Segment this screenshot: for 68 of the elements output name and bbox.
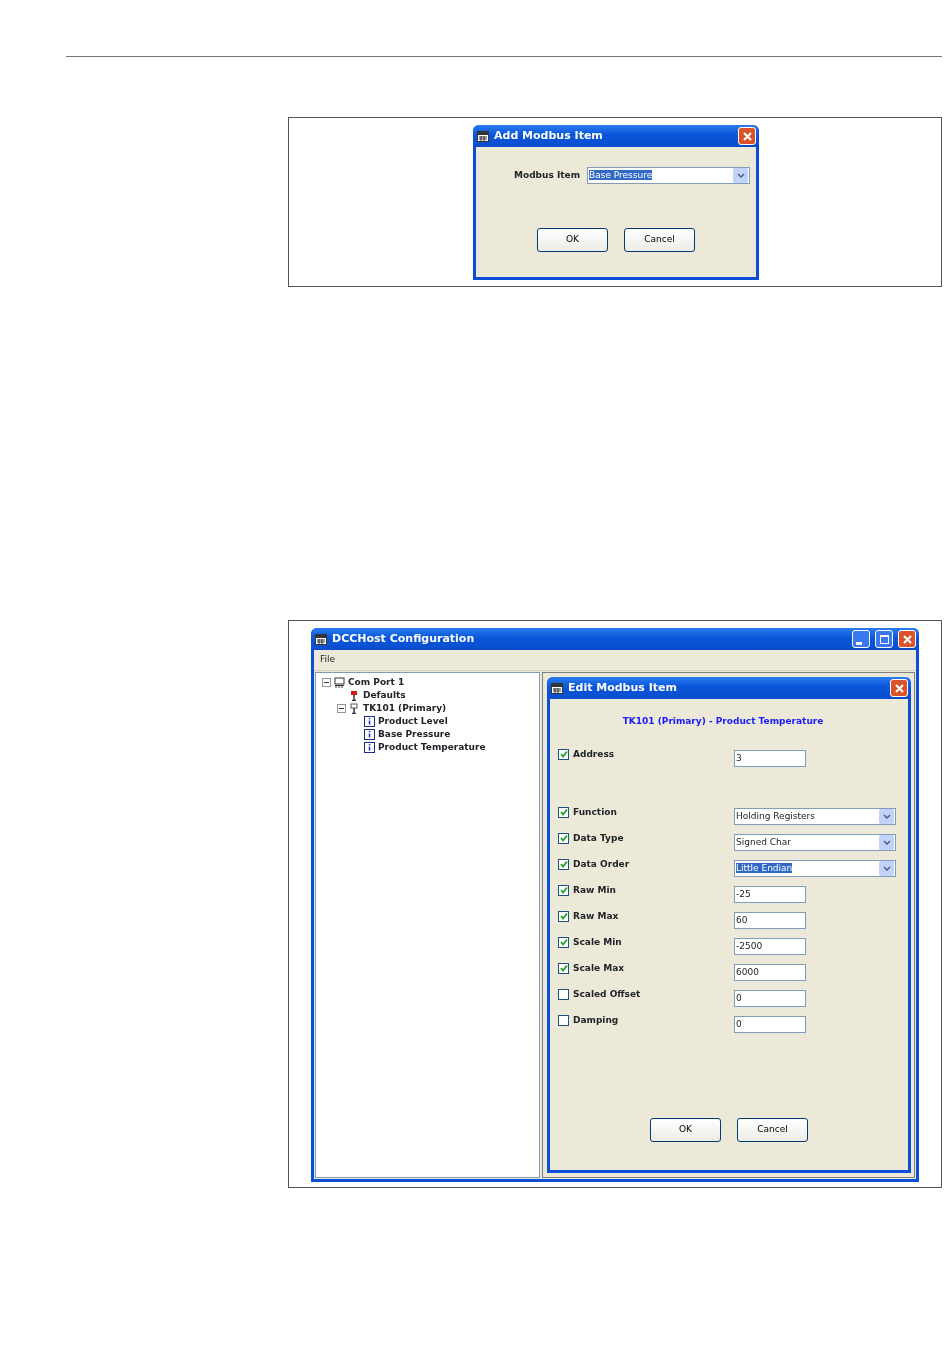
close-icon: [741, 130, 753, 142]
tree-item[interactable]: TK101 (Primary): [363, 701, 447, 716]
tree-item[interactable]: Product Temperature: [378, 740, 486, 755]
input-field[interactable]: 0: [734, 1016, 806, 1033]
close-icon: [893, 682, 905, 694]
input-field[interactable]: -2500: [734, 938, 806, 955]
field-label: Function: [573, 805, 617, 819]
dropdown-field[interactable]: Holding Registers: [734, 808, 896, 825]
computer-icon: [334, 677, 345, 688]
window-icon: [315, 633, 327, 645]
tree-item[interactable]: Base Pressure: [378, 727, 451, 742]
flag-icon: [349, 703, 360, 714]
checkbox[interactable]: [558, 936, 569, 948]
tree-item[interactable]: Product Level: [378, 714, 448, 729]
input-field[interactable]: 6000: [734, 964, 806, 981]
field-label: Address: [573, 747, 615, 761]
field-label: Data Type: [573, 831, 624, 845]
close-button[interactable]: [890, 679, 908, 697]
input-field[interactable]: 3: [734, 750, 806, 767]
menu-item[interactable]: File: [320, 653, 336, 667]
info-icon: [364, 742, 375, 753]
minimize-icon: [855, 641, 862, 645]
max-button[interactable]: [875, 630, 893, 648]
window-title: Add Modbus Item: [494, 127, 604, 144]
checkbox[interactable]: [558, 858, 569, 870]
info-icon: [364, 729, 375, 740]
min-button[interactable]: [852, 630, 870, 648]
close-button[interactable]: [738, 127, 756, 145]
dropdown-field[interactable]: Base Pressure: [587, 167, 750, 184]
field-label: Raw Max: [573, 909, 619, 923]
cancel-button[interactable]: Cancel: [624, 228, 695, 252]
info-icon: [364, 716, 375, 727]
input-field[interactable]: 60: [734, 912, 806, 929]
dialog-heading: TK101 (Primary) - Product Temperature: [621, 715, 825, 728]
window-icon: [477, 130, 489, 142]
ok-button[interactable]: OK: [650, 1118, 721, 1142]
field-label: Modbus Item: [514, 168, 582, 182]
checkbox[interactable]: [558, 832, 569, 844]
field-label: Data Order: [573, 857, 630, 871]
window-icon: [551, 682, 563, 694]
tree-item[interactable]: Defaults: [363, 688, 406, 703]
field-label: Scaled Offset: [573, 987, 641, 1001]
checkbox[interactable]: [558, 806, 569, 818]
dropdown-field[interactable]: Little Endian: [734, 860, 896, 877]
ok-button[interactable]: OK: [537, 228, 608, 252]
window-title: DCCHost Configuration: [332, 630, 476, 647]
checkbox[interactable]: [558, 1014, 569, 1026]
dropdown-field[interactable]: Signed Char: [734, 834, 896, 851]
input-field[interactable]: 0: [734, 990, 806, 1007]
window-title: Edit Modbus Item: [568, 679, 678, 696]
checkbox[interactable]: [558, 988, 569, 1000]
checkbox[interactable]: [558, 910, 569, 922]
expand-toggle-icon[interactable]: [322, 678, 331, 687]
flag-icon: [349, 690, 360, 701]
close-button[interactable]: [898, 630, 916, 648]
field-label: Raw Min: [573, 883, 616, 897]
field-label: Scale Min: [573, 935, 622, 949]
checkbox[interactable]: [558, 962, 569, 974]
field-label: Damping: [573, 1013, 619, 1027]
checkbox[interactable]: [558, 884, 569, 896]
cancel-button[interactable]: Cancel: [737, 1118, 808, 1142]
checkbox[interactable]: [558, 748, 569, 760]
field-label: Scale Max: [573, 961, 625, 975]
maximize-icon: [878, 633, 890, 645]
tree-item[interactable]: Com Port 1: [348, 675, 405, 690]
input-field[interactable]: -25: [734, 886, 806, 903]
close-icon: [901, 633, 913, 645]
expand-toggle-icon[interactable]: [337, 704, 346, 713]
